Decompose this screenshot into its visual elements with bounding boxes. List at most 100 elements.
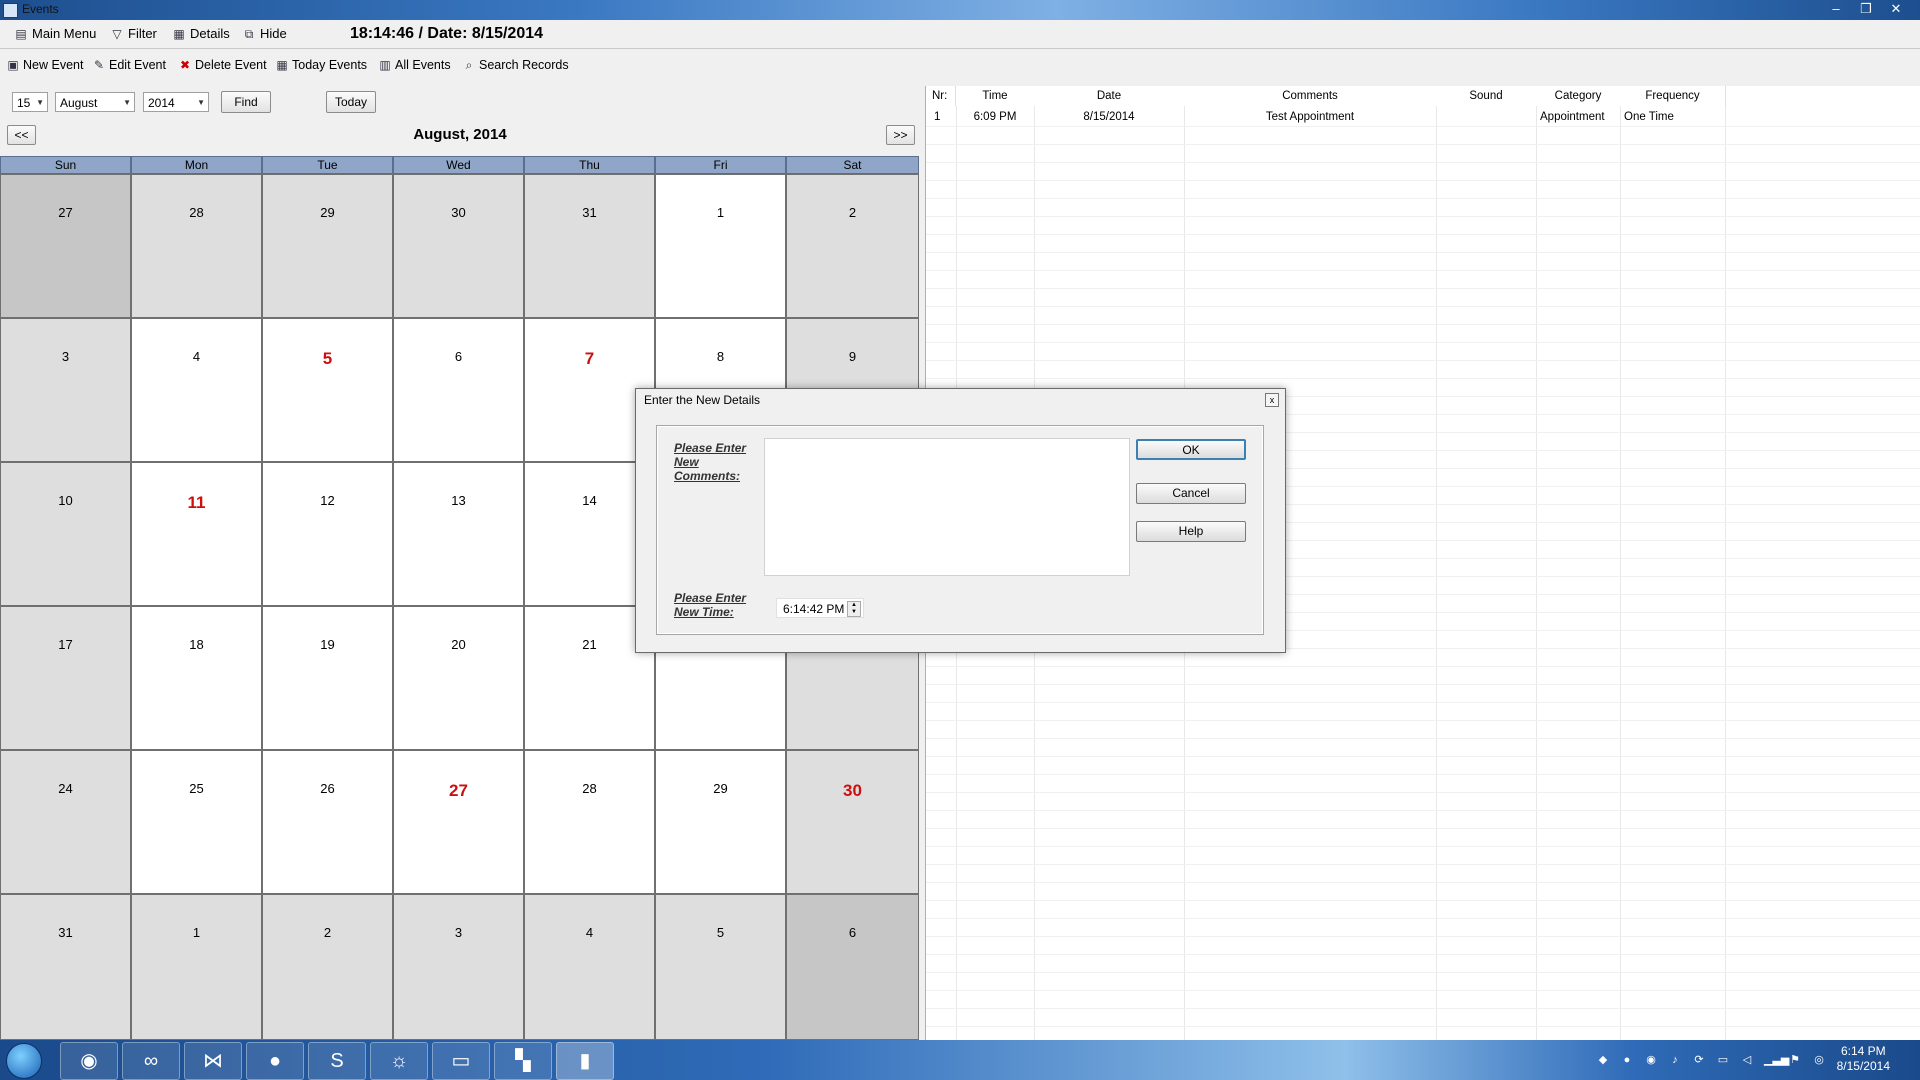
firefox-taskbar-icon[interactable]: ◉ — [60, 1042, 118, 1080]
delete-event-button[interactable]: ✖ Delete Event — [178, 56, 267, 74]
calendar-day-cell[interactable]: 28 — [524, 750, 655, 894]
calendar-day-cell[interactable]: 17 — [0, 606, 131, 750]
calendar-day-cell[interactable]: 1 — [655, 174, 786, 318]
year-value: 2014 — [148, 96, 175, 110]
tray-security-icon[interactable]: ● — [1620, 1053, 1634, 1067]
day-number: 5 — [716, 925, 725, 940]
edit-icon: ✎ — [93, 58, 105, 72]
menu-details[interactable]: ▦ Details — [172, 25, 229, 43]
grid-column-header[interactable]: Frequency — [1620, 86, 1726, 106]
today-button[interactable]: Today — [326, 91, 376, 113]
grid-column-header[interactable]: Sound — [1436, 86, 1537, 106]
tray-network-icon[interactable]: ◆ — [1596, 1053, 1610, 1067]
tray-monitor-icon[interactable]: ▭ — [1716, 1053, 1730, 1067]
dialog-close-button[interactable]: x — [1265, 393, 1279, 407]
help-button[interactable]: Help — [1136, 521, 1246, 542]
start-button[interactable] — [6, 1043, 42, 1079]
calendar-day-cell[interactable]: 31 — [524, 174, 655, 318]
calendar-day-cell[interactable]: 30 — [786, 750, 919, 894]
all-events-button[interactable]: ▥ All Events — [378, 56, 450, 74]
edit-event-button[interactable]: ✎ Edit Event — [92, 56, 166, 74]
calendar-day-cell[interactable]: 11 — [131, 462, 262, 606]
weekday-header: Fri — [655, 156, 786, 174]
calendar-day-cell[interactable]: 5 — [262, 318, 393, 462]
time-picker[interactable]: 6:14:42 PM ▲ ▼ — [776, 598, 864, 618]
calendar-day-cell[interactable]: 2 — [262, 894, 393, 1040]
comments-textarea[interactable] — [764, 438, 1130, 576]
calendar-day-cell[interactable]: 29 — [262, 174, 393, 318]
grid-column-header[interactable]: Category — [1536, 86, 1621, 106]
grid-row-line — [926, 810, 1920, 811]
calendar-day-cell[interactable]: 19 — [262, 606, 393, 750]
weekday-header: Mon — [131, 156, 262, 174]
day-number: 12 — [320, 493, 335, 508]
tray-clock[interactable]: 6:14 PM 8/15/2014 — [1837, 1044, 1890, 1074]
grid-column-header[interactable]: Time — [956, 86, 1035, 106]
calendar-day-cell[interactable]: 2 — [786, 174, 919, 318]
tray-wifi-icon[interactable]: ◎ — [1812, 1053, 1826, 1067]
calendar-day-cell[interactable]: 18 — [131, 606, 262, 750]
grid-column-header[interactable]: Nr: — [926, 86, 956, 106]
calendar-day-cell[interactable]: 10 — [0, 462, 131, 606]
new-event-button[interactable]: ▣ New Event — [6, 56, 83, 74]
office-taskbar-icon[interactable]: ▚ — [494, 1042, 552, 1080]
calendar-day-cell[interactable]: 29 — [655, 750, 786, 894]
day-number: 6 — [848, 925, 857, 940]
calendar-day-cell[interactable]: 24 — [0, 750, 131, 894]
calendar-day-cell[interactable]: 12 — [262, 462, 393, 606]
maximize-button[interactable]: ❐ — [1852, 0, 1880, 18]
spin-updown-icon[interactable]: ▲ ▼ — [847, 601, 861, 617]
today-events-button[interactable]: ▦ Today Events — [275, 56, 367, 74]
infinity-app-taskbar-icon[interactable]: ∞ — [122, 1042, 180, 1080]
sun-app-taskbar-icon[interactable]: ☼ — [370, 1042, 428, 1080]
cancel-button[interactable]: Cancel — [1136, 483, 1246, 504]
calendar-day-cell[interactable]: 4 — [131, 318, 262, 462]
events-app-taskbar-icon[interactable]: ▮ — [556, 1042, 614, 1080]
calendar-day-cell[interactable]: 25 — [131, 750, 262, 894]
minimize-button[interactable]: – — [1822, 0, 1850, 18]
calendar-day-cell[interactable]: 13 — [393, 462, 524, 606]
menu-filter[interactable]: ▽ Filter — [110, 25, 157, 43]
tray-speaker-icon[interactable]: ◁ — [1740, 1053, 1754, 1067]
menu-label: Hide — [260, 26, 287, 41]
calendar-day-cell[interactable]: 27 — [0, 174, 131, 318]
menu-main-menu[interactable]: ▤ Main Menu — [14, 25, 96, 43]
search-records-button[interactable]: ⌕ Search Records — [462, 56, 569, 74]
file-explorer-taskbar-icon[interactable]: ▭ — [432, 1042, 490, 1080]
calendar-day-cell[interactable]: 31 — [0, 894, 131, 1040]
menu-hide[interactable]: ⧉ Hide — [242, 25, 287, 43]
calendar-day-cell[interactable]: 1 — [131, 894, 262, 1040]
calendar-day-cell[interactable]: 27 — [393, 750, 524, 894]
tray-flag-icon[interactable]: ⚑ — [1788, 1053, 1802, 1067]
close-button[interactable]: ✕ — [1882, 0, 1910, 18]
calendar-day-cell[interactable]: 28 — [131, 174, 262, 318]
tray-signal-icon[interactable]: ▁▃▅ — [1764, 1053, 1789, 1067]
next-month-button[interactable]: >> — [886, 125, 915, 145]
calendar-day-cell[interactable]: 6 — [393, 318, 524, 462]
prev-month-button[interactable]: << — [7, 125, 36, 145]
tray-volume-icon[interactable]: ♪ — [1668, 1053, 1682, 1067]
ok-button[interactable]: OK — [1136, 439, 1246, 460]
tray-app-icon[interactable]: ◉ — [1644, 1053, 1658, 1067]
day-select[interactable]: 15 ▼ — [12, 92, 48, 112]
find-button[interactable]: Find — [221, 91, 271, 113]
calendar-day-cell[interactable]: 20 — [393, 606, 524, 750]
month-select[interactable]: August ▼ — [55, 92, 135, 112]
grid-column-header[interactable]: Date — [1034, 86, 1185, 106]
calendar-day-cell[interactable]: 3 — [0, 318, 131, 462]
grid-column-header[interactable]: Comments — [1184, 86, 1437, 106]
calendar-day-cell[interactable]: 30 — [393, 174, 524, 318]
skype-taskbar-icon[interactable]: S — [308, 1042, 366, 1080]
calendar-day-cell[interactable]: 5 — [655, 894, 786, 1040]
media-app-taskbar-icon[interactable]: ● — [246, 1042, 304, 1080]
day-number: 27 — [58, 205, 73, 220]
calendar-day-cell[interactable]: 4 — [524, 894, 655, 1040]
calendar-day-cell[interactable]: 6 — [786, 894, 919, 1040]
tray-update-icon[interactable]: ⟳ — [1692, 1053, 1706, 1067]
year-select[interactable]: 2014 ▼ — [143, 92, 209, 112]
calendar-day-cell[interactable]: 3 — [393, 894, 524, 1040]
day-number: 7 — [584, 349, 595, 368]
day-number: 11 — [187, 493, 206, 512]
visual-studio-taskbar-icon[interactable]: ⋈ — [184, 1042, 242, 1080]
calendar-day-cell[interactable]: 26 — [262, 750, 393, 894]
